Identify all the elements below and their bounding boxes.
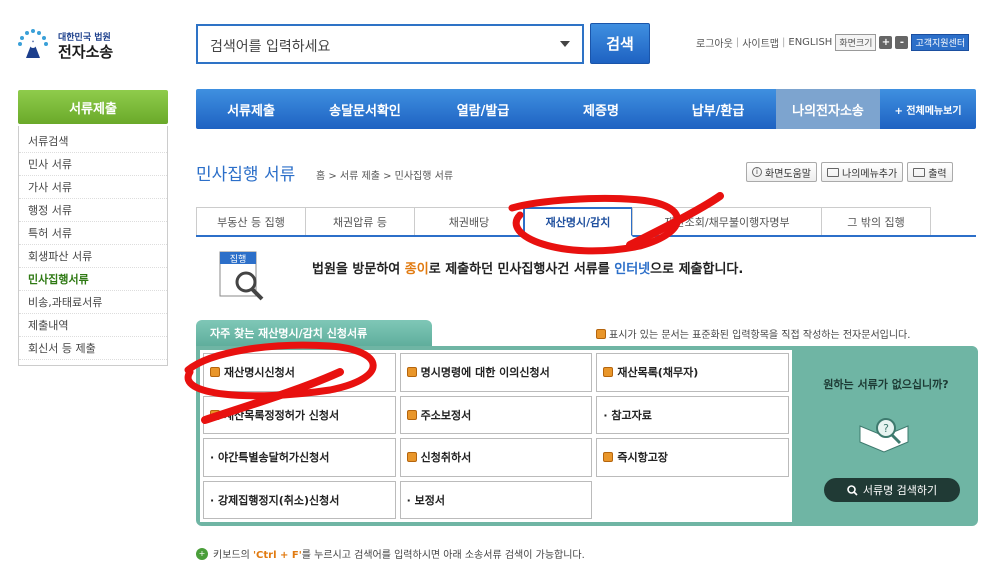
search-icon [847, 484, 858, 496]
page-title: 민사집행 서류 [196, 165, 296, 185]
court-emblem-icon [18, 29, 48, 58]
breadcrumb: 홈 > 서류 제출 > 민사집행 서류 [316, 171, 454, 182]
font-size-label: 화면크기 [835, 34, 877, 51]
document-link[interactable]: 신청취하서 [399, 438, 593, 477]
intro-icon-label: 집행 [230, 253, 247, 265]
document-link[interactable]: 명시명령에 대한 이의신청서 [399, 353, 593, 392]
logo-name: 전자소송 [58, 43, 114, 61]
doc-icon [596, 328, 606, 339]
printer-icon [913, 167, 926, 177]
sub-tab[interactable]: 재산조회/채무불이행자명부 [632, 207, 822, 235]
top-nav-item-active[interactable]: 나의전자소송 [776, 89, 880, 129]
top-nav-item[interactable]: 납부/환급 [660, 89, 776, 129]
doc-icon [406, 452, 417, 463]
search-placeholder: 검색어를 입력하세요 [210, 39, 331, 55]
empty-cell [596, 480, 789, 519]
search-button[interactable]: 검색 [590, 23, 650, 64]
top-nav: 서류제출 송달문서확인 열람/발급 제증명 납부/환급 나의전자소송 + 전체메… [196, 89, 976, 129]
logout-link[interactable]: 로그아웃 [696, 35, 733, 50]
document-link[interactable]: 재산명시신청서 [203, 353, 396, 392]
sub-tab[interactable]: 채권배당 [414, 207, 524, 235]
sub-tabs: 부동산 등 집행 채권압류 등 채권배당 재산명시/감치 재산조회/채무불이행자… [196, 207, 976, 237]
left-nav-item[interactable]: 회신서 등 제출 [19, 337, 167, 360]
intro-text: 법원을 방문하여 종이로 제출하던 민사집행사건 서류를 인터넷으로 제출합니다… [312, 262, 744, 277]
left-nav-item[interactable]: 행정 서류 [19, 199, 167, 222]
sub-tab[interactable]: 부동산 등 집행 [196, 207, 306, 235]
left-nav-item[interactable]: 가사 서류 [19, 176, 167, 199]
folder-icon [827, 167, 839, 177]
english-link[interactable]: ENGLISH [788, 37, 832, 48]
keyboard-tip: + 키보드의 'Ctrl + F'를 누르시고 검색어를 입력하시면 아래 소송… [196, 546, 585, 561]
panel-tab: 자주 찾는 재산명시/감치 신청서류 [196, 320, 432, 346]
all-menu-button[interactable]: + 전체메뉴보기 [880, 89, 976, 129]
left-nav-item-active[interactable]: 민사집행서류 [19, 268, 167, 291]
top-nav-item[interactable]: 서류제출 [196, 89, 306, 129]
left-nav-item[interactable]: 제출내역 [19, 314, 167, 337]
document-grid: 재산명시신청서 명시명령에 대한 이의신청서 재산목록(채무자) 재산목록정정허… [200, 350, 792, 522]
panel-note: 표시가 있는 문서는 표준화된 입력항목을 직접 작성하는 전자문서입니다. [596, 326, 910, 341]
print-button[interactable]: 출력 [907, 162, 953, 182]
court-logo[interactable]: 대한민국 법원 전자소송 [16, 26, 156, 66]
doc-icon [210, 409, 220, 420]
left-nav-item[interactable]: 비송,과태료서류 [19, 291, 167, 314]
document-panel: 재산명시신청서 명시명령에 대한 이의신청서 재산목록(채무자) 재산목록정정허… [196, 346, 978, 526]
magnifier-document-icon: 집행 [219, 251, 264, 301]
top-nav-item[interactable]: 제증명 [542, 89, 660, 129]
search-promo: 원하는 서류가 없으십니까? ? 서류명 검색하기 [798, 350, 974, 522]
doc-icon [603, 452, 614, 463]
search-input[interactable]: 검색어를 입력하세요 [196, 24, 584, 64]
dropdown-arrow-icon[interactable] [560, 41, 570, 47]
left-nav-item[interactable]: 특허 서류 [19, 222, 167, 245]
top-nav-item[interactable]: 송달문서확인 [306, 89, 424, 129]
document-link[interactable]: · 보정서 [399, 480, 593, 519]
svg-text:?: ? [883, 422, 889, 435]
support-center-button[interactable]: 고객지원센터 [911, 34, 970, 51]
search-promo-question: 원하는 서류가 없으십니까? [823, 378, 949, 391]
left-nav-item[interactable]: 서류검색 [19, 130, 167, 153]
zoom-out-button[interactable]: - [895, 36, 909, 49]
sub-tab-active[interactable]: 재산명시/감치 [523, 207, 633, 237]
document-link[interactable]: · 참고자료 [596, 395, 789, 434]
add-my-menu-button[interactable]: 나의메뉴추가 [821, 162, 904, 182]
left-nav-header[interactable]: 서류제출 [18, 90, 168, 124]
document-link[interactable]: · 야간특별송달허가신청서 [203, 438, 396, 477]
document-link[interactable]: 재산목록정정허가 신청서 [203, 395, 396, 434]
document-link[interactable]: 즉시항고장 [596, 438, 789, 477]
help-button[interactable]: i 화면도움말 [746, 162, 817, 182]
doc-icon [406, 409, 417, 420]
document-search-button[interactable]: 서류명 검색하기 [824, 478, 960, 502]
left-nav: 서류검색 민사 서류 가사 서류 행정 서류 특허 서류 회생파산 서류 민사집… [18, 126, 168, 366]
left-nav-item[interactable]: 회생파산 서류 [19, 245, 167, 268]
page-tools: i 화면도움말 나의메뉴추가 출력 [746, 162, 953, 182]
document-link[interactable]: · 강제집행정지(취소)신청서 [203, 480, 396, 519]
sub-tab[interactable]: 채권압류 등 [305, 207, 415, 235]
document-link[interactable]: 주소보정서 [399, 395, 593, 434]
sitemap-link[interactable]: 사이트맵 [742, 35, 779, 50]
book-magnifier-icon: ? [859, 418, 909, 453]
utility-links: 로그아웃 | 사이트맵 | ENGLISH 화면크기 + - 고객지원센터 [696, 34, 970, 51]
top-nav-item[interactable]: 열람/발급 [424, 89, 542, 129]
zoom-in-button[interactable]: + [879, 36, 893, 49]
sub-tab[interactable]: 그 밖의 집행 [821, 207, 931, 235]
plus-circle-icon: + [196, 547, 208, 560]
info-icon: i [752, 167, 762, 177]
doc-icon [210, 367, 220, 378]
document-link[interactable]: 재산목록(채무자) [596, 353, 789, 392]
doc-icon [603, 367, 614, 378]
left-nav-item[interactable]: 민사 서류 [19, 153, 167, 176]
doc-icon [406, 367, 417, 378]
